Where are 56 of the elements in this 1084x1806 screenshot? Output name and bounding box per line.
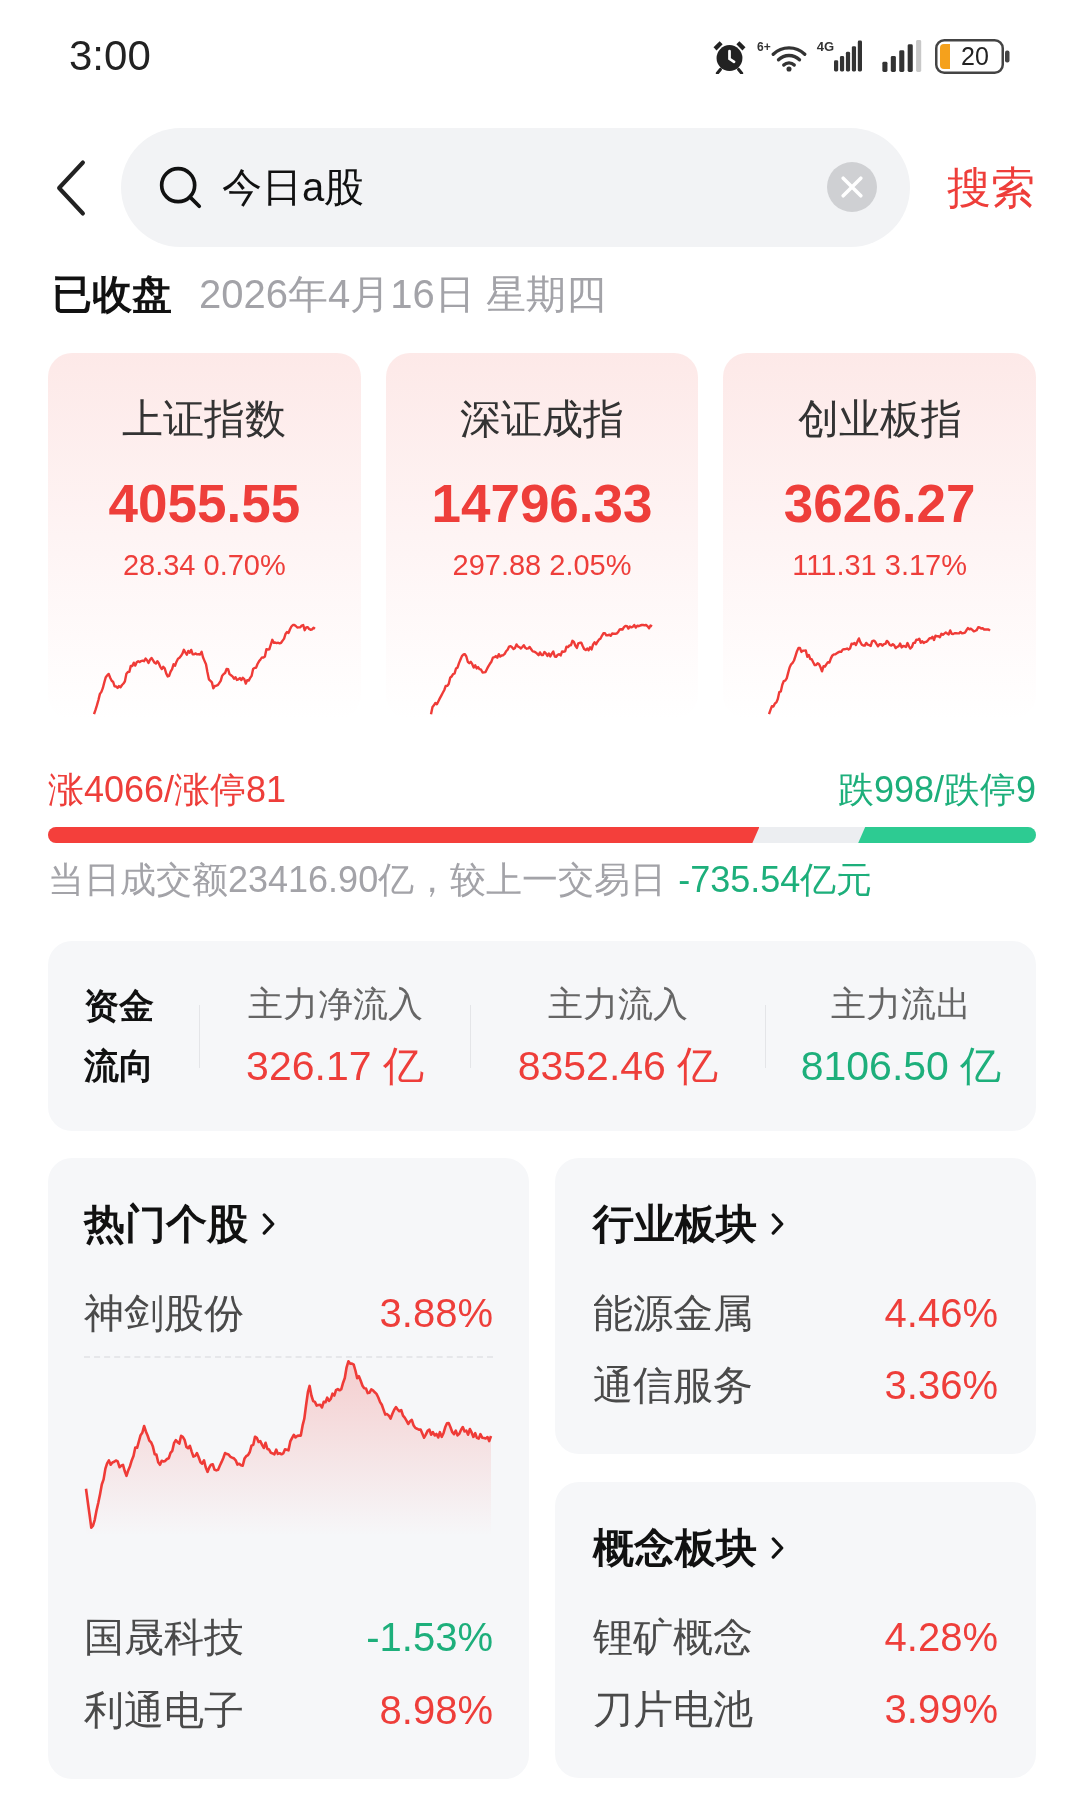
advancing-count: 涨4066/涨停81 <box>48 772 287 808</box>
index-change: 297.88 2.05% <box>452 548 632 583</box>
fund-flow-value: 326.17 亿 <box>246 1041 424 1091</box>
item-name[interactable]: 国晟科技 <box>84 1617 244 1657</box>
search-icon <box>158 165 202 209</box>
wifi-icon <box>770 43 807 72</box>
search-button[interactable]: 搜索 <box>947 165 1035 210</box>
market-status: 已收盘 <box>52 274 172 314</box>
index-value: 4055.55 <box>108 474 301 534</box>
network-type-label: 4G <box>816 40 834 53</box>
signal-bars-icon <box>881 40 923 72</box>
item-change: 4.46% <box>884 1293 998 1333</box>
turnover-text: 当日成交额23416.90亿，较上一交易日 <box>48 862 667 898</box>
item-change: 3.36% <box>884 1365 998 1405</box>
index-value: 3626.27 <box>783 474 976 534</box>
item-change: 4.28% <box>884 1617 998 1657</box>
chevron-right-icon <box>771 1213 784 1235</box>
section-title-link[interactable]: 热门个股 <box>84 1200 275 1248</box>
index-change: 28.34 0.70% <box>122 548 286 583</box>
item-name[interactable]: 刀片电池 <box>593 1689 753 1729</box>
fund-flow-label: 主力流出 <box>831 982 971 1025</box>
chevron-left-icon <box>54 158 88 217</box>
search-field[interactable]: 今日a股 <box>121 128 910 247</box>
chevron-right-icon <box>262 1213 275 1235</box>
index-name: 创业板指 <box>797 395 962 443</box>
item-change: 8.98% <box>379 1690 493 1730</box>
index-value: 14796.33 <box>431 474 653 534</box>
turnover-change: -735.54亿元 <box>678 862 873 898</box>
battery-icon <box>935 38 1010 74</box>
close-icon <box>841 176 863 198</box>
item-change: 3.88% <box>379 1293 493 1333</box>
fund-flow-value: 8352.46 亿 <box>517 1041 719 1091</box>
signal-bars-icon <box>834 40 862 72</box>
chevron-right-icon <box>771 1537 784 1559</box>
item-change: -1.53% <box>366 1617 493 1657</box>
section-title-link[interactable]: 概念板块 <box>593 1524 784 1572</box>
declining-count: 跌998/跌停9 <box>837 772 1036 808</box>
item-change: 3.99% <box>884 1689 998 1729</box>
index-name: 上证指数 <box>122 395 287 443</box>
back-button[interactable] <box>54 158 88 217</box>
item-name[interactable]: 神剑股份 <box>84 1293 244 1333</box>
item-name[interactable]: 通信服务 <box>593 1365 753 1405</box>
fund-flow-label: 主力流入 <box>548 982 688 1025</box>
fund-flow-label: 主力净流入 <box>247 982 423 1025</box>
fund-flow-value: 8106.50 亿 <box>800 1041 1002 1091</box>
wifi-standard-label: 6+ <box>756 40 771 53</box>
item-name[interactable]: 能源金属 <box>593 1293 753 1333</box>
status-time: 3:00 <box>69 35 151 77</box>
trading-date: 2026年4月16日 星期四 <box>199 274 606 314</box>
section-title-link[interactable]: 行业板块 <box>593 1200 784 1248</box>
battery-percent: 20 <box>960 43 990 69</box>
index-name: 深证成指 <box>460 395 624 443</box>
item-name[interactable]: 利通电子 <box>84 1690 244 1730</box>
index-change: 111.31 3.17% <box>792 548 967 583</box>
item-name[interactable]: 锂矿概念 <box>593 1617 753 1657</box>
fund-flow-title: 资金流向 <box>84 985 155 1087</box>
